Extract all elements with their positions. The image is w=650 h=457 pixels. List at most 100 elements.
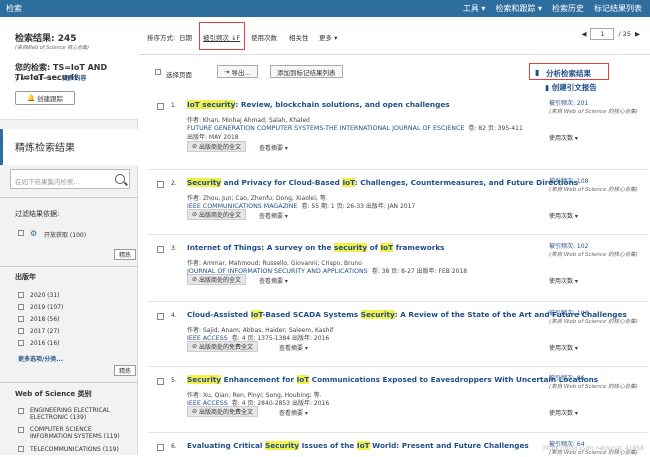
record-number: 4. <box>171 312 177 319</box>
link-icon: ⊘ <box>192 143 199 150</box>
view-abstract-link[interactable]: 查看摘要 ▾ <box>279 343 308 352</box>
record-title[interactable]: Evaluating Critical Security Issues of t… <box>187 441 529 450</box>
page-input[interactable]: 1 <box>590 28 615 40</box>
sort-usage[interactable]: 使用次数 <box>251 32 277 42</box>
record-checkbox[interactable] <box>157 246 164 253</box>
results-main: 排序方式: 日期 被引频次 ↓F 使用次数 相关性 更多 ▾ ◀ 1 / 25 … <box>139 17 650 456</box>
record-journal[interactable]: FUTURE GENERATION COMPUTER SYSTEMS-THE I… <box>187 123 523 132</box>
usage-count-dropdown[interactable]: 使用次数 ▾ <box>549 211 578 220</box>
sort-date[interactable]: 日期 <box>179 32 192 42</box>
full-text-button[interactable]: ⊘ 出版商处的全文 <box>187 141 246 152</box>
full-text-button[interactable]: ⊘ 出版商处的免费全文 <box>187 406 258 417</box>
citation-report-link[interactable]: ▮ 创建引文报告 <box>545 82 597 93</box>
view-abstract-link[interactable]: 查看摘要 ▾ <box>279 408 308 417</box>
record-number: 1. <box>171 102 177 109</box>
times-cited: 被引频次: 86 (来自 Web of Science 的核心合集) <box>549 375 638 390</box>
open-access-icon: ⚙ <box>30 229 38 238</box>
open-access-label: 开放获取 (100) <box>44 232 87 239</box>
category-option: COMPUTER SCIENCE INFORMATION SYSTEMS (11… <box>30 426 120 440</box>
top-menu: 工具 ▾ 检索和跟踪 ▾ 检索历史 标记结果列表 <box>463 3 642 14</box>
times-cited: 被引频次: 201 (来自 Web of Science 的核心合集) <box>549 100 638 115</box>
view-abstract-link[interactable]: 查看摘要 ▾ <box>259 276 288 285</box>
record-checkbox[interactable] <box>157 444 164 451</box>
year-option: 2016 (16) <box>30 340 60 347</box>
record-checkbox[interactable] <box>157 181 164 188</box>
page-total: / 25 <box>618 30 631 38</box>
report-icon: ▮ <box>545 83 552 92</box>
wos-category-title: Web of Science 类别 <box>15 390 92 398</box>
app-title: 检索 <box>6 4 22 13</box>
bell-icon: 🔔 <box>26 94 36 102</box>
record-number: 3. <box>171 245 177 252</box>
menu-tools[interactable]: 工具 ▾ <box>463 3 486 14</box>
year-checkbox[interactable] <box>18 292 24 298</box>
pager: ◀ 1 / 25 ▶ <box>581 28 640 40</box>
add-marked-button[interactable]: 添加到标记结果列表 <box>270 65 343 78</box>
usage-count-dropdown[interactable]: 使用次数 ▾ <box>549 408 578 417</box>
next-page-icon[interactable]: ▶ <box>635 30 640 38</box>
link-icon: ⊘ <box>192 343 199 350</box>
year-checkbox[interactable] <box>18 340 24 346</box>
record-title[interactable]: Internet of Things: A survey on the secu… <box>187 243 445 252</box>
menu-search-history[interactable]: 检索历史 <box>552 3 584 14</box>
prev-page-icon[interactable]: ◀ <box>581 30 586 38</box>
record-checkbox[interactable] <box>157 103 164 110</box>
times-cited: 被引频次: 108 (来自 Web of Science 的核心合集) <box>549 178 638 193</box>
refine-button-1[interactable]: 精炼 <box>114 249 136 260</box>
record-checkbox[interactable] <box>157 378 164 385</box>
record-checkbox[interactable] <box>157 313 164 320</box>
category-checkbox[interactable] <box>18 408 24 414</box>
sort-bar: 排序方式: 日期 被引频次 ↓F 使用次数 相关性 更多 ▾ ◀ 1 / 25 … <box>139 17 650 55</box>
year-title: 出版年 <box>15 273 36 281</box>
left-sidebar: 检索结果: 245 (来自Web of Science 核心合集) 您的检索: … <box>0 17 138 455</box>
category-option: TELECOMMUNICATIONS (119) <box>30 446 119 453</box>
create-alert-button[interactable]: 🔔 创建跟踪 <box>15 91 75 105</box>
more-content-link[interactable]: 更多内容 <box>62 75 86 82</box>
view-abstract-link[interactable]: 查看摘要 ▾ <box>259 211 288 220</box>
bar-chart-icon: ▮ <box>535 68 540 77</box>
sort-more[interactable]: 更多 ▾ <box>319 32 337 42</box>
year-option: 2019 (107) <box>30 304 64 311</box>
category-option: ENGINEERING ELECTRICAL ELECTRONIC (139) <box>30 407 111 421</box>
more-options-link[interactable]: 更多选项/分类... <box>18 354 63 363</box>
export-icon: ⇥ <box>224 67 232 76</box>
year-option: 2018 (56) <box>30 316 60 323</box>
year-checkbox[interactable] <box>18 304 24 310</box>
record-title[interactable]: IoT security: Review, blockchain solutio… <box>187 100 450 109</box>
usage-count-dropdown[interactable]: 使用次数 ▾ <box>549 133 578 142</box>
year-checkbox[interactable] <box>18 328 24 334</box>
year-checkbox[interactable] <box>18 316 24 322</box>
record-title[interactable]: Security and Privacy for Cloud-Based IoT… <box>187 178 578 187</box>
results-source: (来自Web of Science 核心合集) <box>15 45 90 51</box>
view-abstract-link[interactable]: 查看摘要 ▾ <box>259 143 288 152</box>
menu-marked-list[interactable]: 标记结果列表 <box>594 3 642 14</box>
refine-button-2[interactable]: 精炼 <box>114 365 136 376</box>
record-date: 出版年: MAY 2018 <box>187 134 239 141</box>
usage-count-dropdown[interactable]: 使用次数 ▾ <box>549 343 578 352</box>
usage-count-dropdown[interactable]: 使用次数 ▾ <box>549 276 578 285</box>
category-checkbox[interactable] <box>18 446 24 452</box>
query-text: y NOT CF=2* ...更多内容 <box>15 75 87 82</box>
full-text-button[interactable]: ⊘ 出版商处的免费全文 <box>187 341 258 352</box>
export-button[interactable]: ⇥ 导出... <box>217 65 258 78</box>
full-text-button[interactable]: ⊘ 出版商处的全文 <box>187 209 246 220</box>
full-text-button[interactable]: ⊘ 出版商处的全文 <box>187 274 246 285</box>
record-number: 2. <box>171 180 177 187</box>
link-icon: ⊘ <box>192 276 199 283</box>
watermark: https://blog.csdn.net/sinat_41858 <box>543 445 644 452</box>
link-icon: ⊘ <box>192 211 199 218</box>
select-page-checkbox[interactable] <box>155 69 161 75</box>
open-access-checkbox[interactable] <box>18 230 24 236</box>
category-checkbox[interactable] <box>18 427 24 433</box>
analyze-results-button[interactable]: ▮ 分析检索结果 <box>529 63 609 80</box>
select-page-label: 选择页面 <box>166 71 192 79</box>
sort-highlight-box <box>199 22 245 50</box>
year-option: 2017 (27) <box>30 328 60 335</box>
record-title[interactable]: Security Enhancement for IoT Communicati… <box>187 375 598 384</box>
sort-relevance[interactable]: 相关性 <box>289 32 309 42</box>
search-icon[interactable] <box>115 174 125 184</box>
times-cited: 被引频次: 102 (来自 Web of Science 的核心合集) <box>549 243 638 258</box>
menu-search-track[interactable]: 检索和跟踪 ▾ <box>495 3 542 14</box>
filter-title: 过滤结果依据: <box>15 210 60 218</box>
refine-search-input[interactable]: 在如下结果集内检索... <box>10 169 130 189</box>
